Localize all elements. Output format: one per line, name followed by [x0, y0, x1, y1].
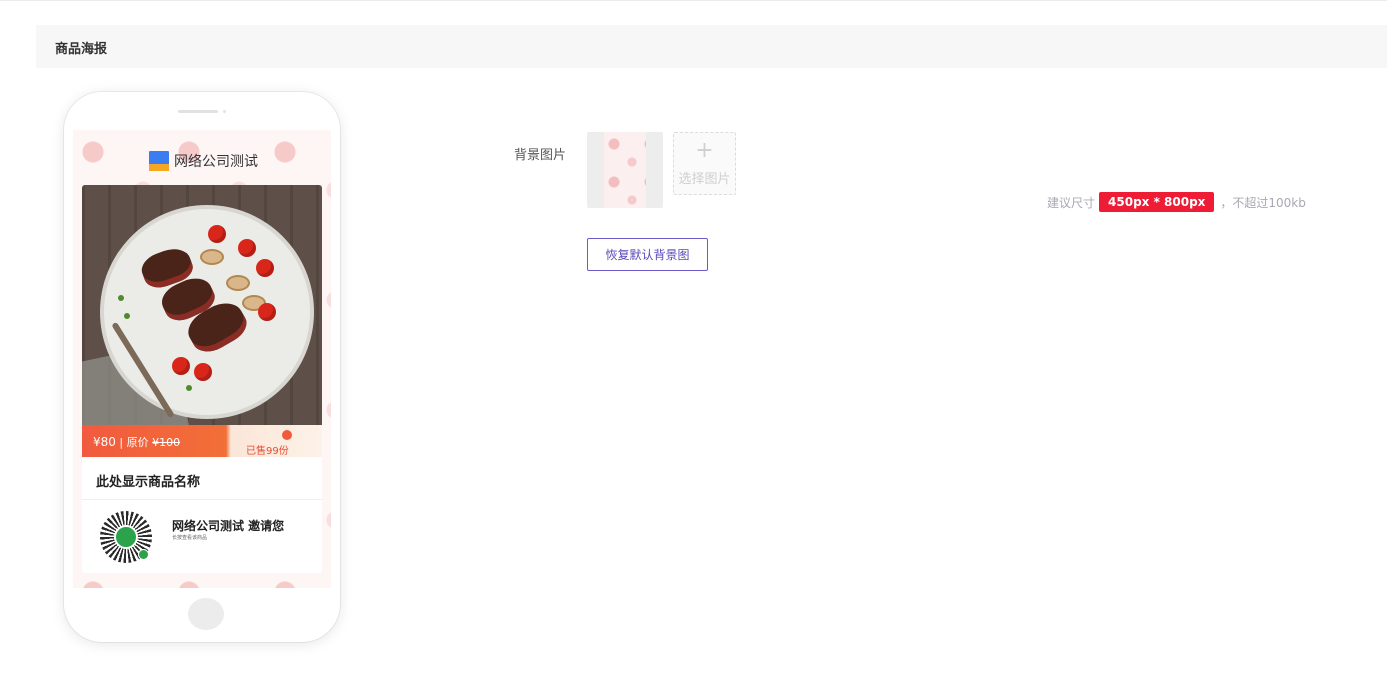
tomato [194, 363, 212, 381]
tomato [208, 225, 226, 243]
mini-program-badge-icon [138, 549, 149, 560]
brand-name: 网络公司测试 [174, 154, 258, 170]
invite-title: 网络公司测试 邀请您 [172, 519, 285, 533]
product-name: 此处显示商品名称 [96, 475, 201, 490]
tomato [256, 259, 274, 277]
size-hint-suffix: ，不超过100kb [1220, 195, 1306, 210]
page-header: 商品海报 [36, 25, 1387, 68]
size-hint-prefix: 建议尺寸 [1047, 195, 1096, 210]
sold-count: 已售99份 [246, 446, 289, 457]
product-image [82, 185, 322, 454]
size-hint-badge: 450px * 800px [1099, 192, 1215, 212]
poster-brand: 网络公司测试 [149, 151, 258, 171]
restore-default-background-button[interactable]: 恢复默认背景图 [587, 238, 708, 271]
page-title: 商品海报 [55, 42, 108, 57]
phone-speaker [178, 110, 218, 113]
tomato [258, 303, 276, 321]
mini-program-code [100, 511, 152, 563]
tomato [172, 357, 190, 375]
mini-program-logo-icon [114, 525, 138, 549]
onion [200, 249, 224, 265]
brand-logo-icon [149, 151, 169, 171]
poster-background: 网络公司测试 ¥80 | 原价 ¥100 已售99份 此处显示商品名称 网络公司… [73, 130, 331, 588]
original-price-label: | 原价 [119, 436, 149, 449]
onion [226, 275, 250, 291]
price-bar: ¥80 | 原价 ¥100 已售99份 [82, 425, 322, 457]
invite-subtitle: 长按查看该商品 [172, 535, 208, 541]
poster-card: ¥80 | 原价 ¥100 已售99份 此处显示商品名称 网络公司测试 邀请您 … [82, 185, 322, 573]
top-divider [0, 0, 1387, 1]
background-thumbnail-image [604, 132, 646, 208]
background-image-label: 背景图片 [514, 148, 567, 163]
herb [186, 385, 192, 391]
select-image-button[interactable]: + 选择图片 [673, 132, 736, 195]
phone-camera [223, 110, 226, 113]
background-thumbnail[interactable] [587, 132, 663, 208]
herb [118, 295, 124, 301]
price-text: ¥80 | 原价 ¥100 [93, 434, 180, 450]
plus-icon: + [695, 138, 714, 163]
card-divider [82, 499, 322, 500]
select-image-label: 选择图片 [678, 172, 731, 187]
size-hint: 建议尺寸 450px * 800px ，不超过100kb [1047, 192, 1306, 212]
current-price: ¥80 [93, 435, 116, 449]
herb [124, 313, 130, 319]
original-price: ¥100 [152, 436, 181, 449]
tomato [238, 239, 256, 257]
phone-home-button [188, 598, 224, 630]
phone-preview: 网络公司测试 ¥80 | 原价 ¥100 已售99份 此处显示商品名称 网络公司… [64, 92, 340, 642]
fire-icon [282, 430, 292, 440]
